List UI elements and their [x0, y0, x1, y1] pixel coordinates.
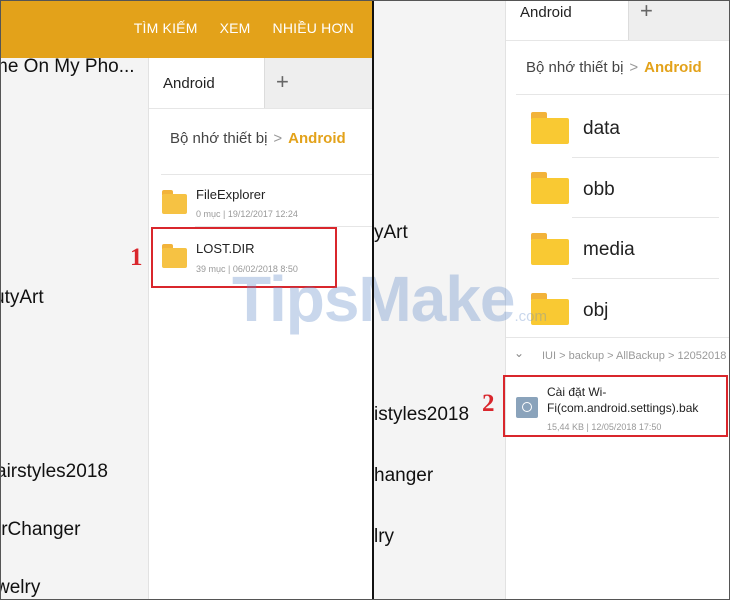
- top-app-bar: TÌM KIẾM XEM NHIỀU HƠN: [0, 0, 372, 58]
- breadcrumb-root[interactable]: Bộ nhớ thiết bị: [170, 130, 267, 147]
- background-list-item[interactable]: irChanger: [0, 519, 80, 541]
- divider: [572, 217, 719, 218]
- background-list-item[interactable]: lry: [374, 526, 394, 548]
- watermark-suffix: .com: [514, 308, 548, 325]
- folder-name: data: [583, 118, 620, 139]
- background-list-item[interactable]: hanger: [374, 465, 433, 487]
- tab-label: Android: [520, 4, 572, 21]
- folder-icon: [531, 112, 569, 144]
- divider: [161, 174, 372, 175]
- background-list-item[interactable]: istyles2018: [374, 404, 469, 426]
- background-list-item[interactable]: yArt: [374, 222, 408, 244]
- modified-date: 19/12/2017 12:24: [227, 209, 298, 219]
- plus-icon: +: [640, 0, 653, 23]
- breadcrumb-current[interactable]: Android: [288, 130, 346, 147]
- divider: [516, 94, 730, 95]
- tab-label: Android: [163, 75, 215, 92]
- folder-icon: [531, 233, 569, 265]
- item-count: 0 mục: [196, 209, 221, 219]
- view-action[interactable]: XEM: [220, 20, 251, 36]
- divider: [572, 157, 719, 158]
- background-list-item[interactable]: utyArt: [0, 287, 44, 309]
- chevron-down-icon[interactable]: ⌄: [514, 346, 524, 360]
- new-tab-button[interactable]: +: [264, 58, 372, 108]
- background-list-item[interactable]: airstyles2018: [0, 461, 108, 483]
- chevron-right-icon: >: [273, 130, 283, 147]
- plus-icon: +: [276, 69, 289, 94]
- more-action[interactable]: NHIỀU HƠN: [273, 20, 354, 36]
- folder-icon: [531, 172, 569, 204]
- divider: [506, 337, 730, 338]
- divider: [149, 108, 372, 109]
- backup-path: IUI > backup > AllBackup > 12052018: [542, 350, 727, 362]
- folder-name: obj: [583, 300, 609, 321]
- divider: [572, 278, 719, 279]
- background-list-item[interactable]: welry: [0, 577, 40, 599]
- breadcrumb-current[interactable]: Android: [644, 59, 702, 76]
- step-number-1: 1: [130, 244, 143, 271]
- image-divider: [372, 0, 374, 600]
- tab-android[interactable]: Android: [149, 58, 264, 108]
- folder-name: media: [583, 239, 635, 260]
- folder-name: obb: [583, 179, 615, 200]
- step-number-2: 2: [482, 390, 495, 417]
- breadcrumb: Bộ nhớ thiết bị > Android: [170, 130, 346, 147]
- tab-android[interactable]: Android: [506, 0, 628, 40]
- breadcrumb-root[interactable]: Bộ nhớ thiết bị: [526, 59, 623, 76]
- folder-icon: [162, 190, 187, 214]
- new-tab-button[interactable]: +: [628, 0, 730, 40]
- divider: [506, 40, 730, 41]
- file-meta: 0 mục | 19/12/2017 12:24: [196, 209, 298, 219]
- breadcrumb: Bộ nhớ thiết bị > Android: [526, 59, 702, 76]
- search-action[interactable]: TÌM KIẾM: [134, 20, 198, 36]
- file-name: FileExplorer: [196, 187, 266, 202]
- background-list-item[interactable]: me On My Pho...: [0, 56, 135, 78]
- watermark: TipsMake.com: [232, 262, 547, 336]
- chevron-right-icon: >: [629, 59, 639, 76]
- highlight-box-step-2: [503, 375, 728, 437]
